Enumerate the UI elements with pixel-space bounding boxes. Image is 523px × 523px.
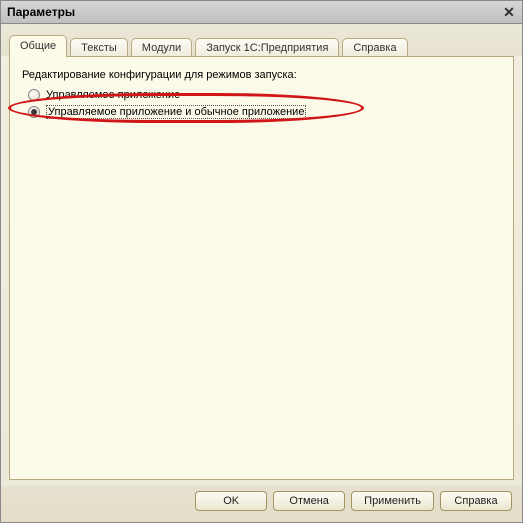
- titlebar: Параметры ✕: [1, 1, 522, 24]
- radio-option-managed-and-regular[interactable]: Управляемое приложение и обычное приложе…: [28, 105, 501, 119]
- tab-help[interactable]: Справка: [342, 38, 407, 57]
- apply-button[interactable]: Применить: [351, 491, 434, 511]
- radio-option-managed[interactable]: Управляемое приложение: [28, 89, 501, 101]
- button-label: OK: [223, 495, 239, 507]
- tab-general[interactable]: Общие: [9, 35, 67, 56]
- tab-label: Тексты: [81, 42, 117, 54]
- button-bar: OK Отмена Применить Справка: [1, 486, 522, 522]
- tab-label: Модули: [142, 42, 181, 54]
- cancel-button[interactable]: Отмена: [273, 491, 345, 511]
- radio-icon: [28, 89, 40, 101]
- radio-label: Управляемое приложение и обычное приложе…: [46, 105, 306, 119]
- close-icon[interactable]: ✕: [500, 4, 518, 20]
- radio-icon: [28, 106, 40, 118]
- parameters-dialog: Параметры ✕ Общие Тексты Модули Запуск 1…: [0, 0, 523, 523]
- ok-button[interactable]: OK: [195, 491, 267, 511]
- tab-launch[interactable]: Запуск 1С:Предприятия: [195, 38, 339, 57]
- button-label: Применить: [364, 495, 421, 507]
- tab-strip: Общие Тексты Модули Запуск 1С:Предприяти…: [1, 24, 522, 56]
- tab-texts[interactable]: Тексты: [70, 38, 128, 57]
- tab-label: Справка: [353, 42, 396, 54]
- button-label: Справка: [454, 495, 497, 507]
- help-button[interactable]: Справка: [440, 491, 512, 511]
- tab-label: Запуск 1С:Предприятия: [206, 42, 328, 54]
- tab-label: Общие: [20, 40, 56, 52]
- button-label: Отмена: [289, 495, 328, 507]
- section-heading: Редактирование конфигурации для режимов …: [22, 69, 501, 81]
- window-title: Параметры: [7, 5, 500, 19]
- radio-label: Управляемое приложение: [46, 89, 180, 101]
- tab-modules[interactable]: Модули: [131, 38, 192, 57]
- tab-panel-general: Редактирование конфигурации для режимов …: [9, 56, 514, 480]
